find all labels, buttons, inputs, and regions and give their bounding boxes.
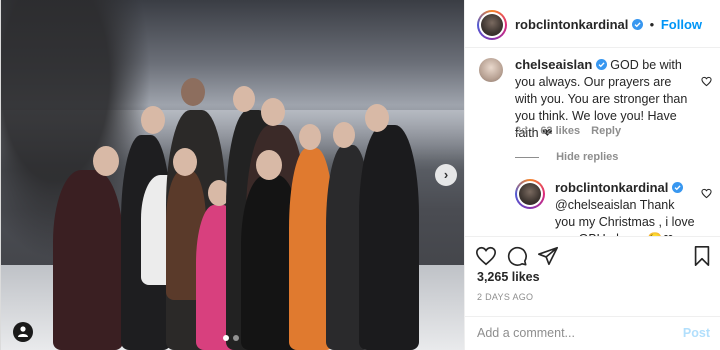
likes-count[interactable]: 3,265 likes (477, 270, 540, 284)
carousel-dot (223, 335, 229, 341)
photo-person-head (141, 106, 165, 134)
photo-person-head (233, 86, 255, 112)
reply-author-avatar[interactable] (515, 179, 545, 209)
reply-button[interactable]: Reply (591, 125, 621, 137)
photo-person-head (261, 98, 285, 126)
comment-meta: 2d 62 likes Reply (515, 125, 621, 137)
heart-icon[interactable] (475, 245, 497, 267)
comment-heart-icon[interactable] (701, 76, 712, 87)
post-actions: 3,265 likes 2 DAYS AGO (465, 236, 720, 316)
author-username[interactable]: robclintonkardinal (515, 17, 628, 32)
post-date: 2 DAYS AGO (477, 292, 534, 302)
reply-heart-icon[interactable] (701, 188, 712, 199)
comments-section: chelseaislan GOD be with you always. Our… (465, 48, 720, 236)
photo-person-head (256, 150, 282, 180)
commenter-avatar[interactable] (479, 58, 503, 82)
reply-username[interactable]: robclintonkardinal (555, 180, 668, 195)
photo-person (359, 125, 419, 350)
author-avatar[interactable] (477, 10, 507, 40)
bookmark-icon[interactable] (691, 245, 713, 267)
verified-icon (595, 59, 607, 70)
comment-icon[interactable] (506, 245, 528, 267)
comment-likes[interactable]: 62 likes (540, 125, 580, 137)
photo-person (53, 170, 123, 350)
add-comment-input[interactable]: Add a comment... (477, 326, 575, 340)
header-author-line: robclintonkardinal • Follow (515, 17, 702, 32)
photo-person-head (299, 124, 321, 150)
user-tag-icon[interactable] (13, 322, 33, 342)
post-header: robclintonkardinal • Follow (465, 0, 720, 48)
post-side-panel: robclintonkardinal • Follow chelseaislan… (464, 0, 720, 350)
carousel-dots (223, 335, 239, 341)
hide-replies-line (515, 156, 539, 158)
commenter-username[interactable]: chelseaislan (515, 57, 592, 72)
carousel-dot (233, 335, 239, 341)
carousel-next-icon[interactable]: › (435, 164, 457, 186)
add-comment-bar: Add a comment... Post (465, 316, 720, 350)
reply-body: robclintonkardinal @chelseaislan Thank y… (555, 179, 695, 236)
photo-person-head (93, 146, 119, 176)
comment-age: 2d (515, 125, 528, 137)
photo-person-head (365, 104, 389, 132)
share-icon[interactable] (537, 245, 559, 267)
post-photo[interactable]: › (1, 0, 464, 350)
post-comment-button[interactable]: Post (683, 326, 710, 340)
instagram-post: › robclintonkardinal • Follow chelseaisl… (0, 0, 720, 350)
reply-text: @chelseaislan Thank you my Christmas , i… (555, 198, 695, 236)
header-separator: • (649, 17, 655, 32)
verified-icon (632, 19, 644, 30)
photo-person-head (181, 78, 205, 106)
verified-icon (671, 182, 683, 193)
photo-person-head (333, 122, 355, 148)
follow-button[interactable]: Follow (661, 17, 702, 32)
hide-replies-row[interactable]: Hide replies (515, 151, 618, 163)
photo-person-head (173, 148, 197, 176)
hide-replies-button[interactable]: Hide replies (556, 151, 618, 163)
